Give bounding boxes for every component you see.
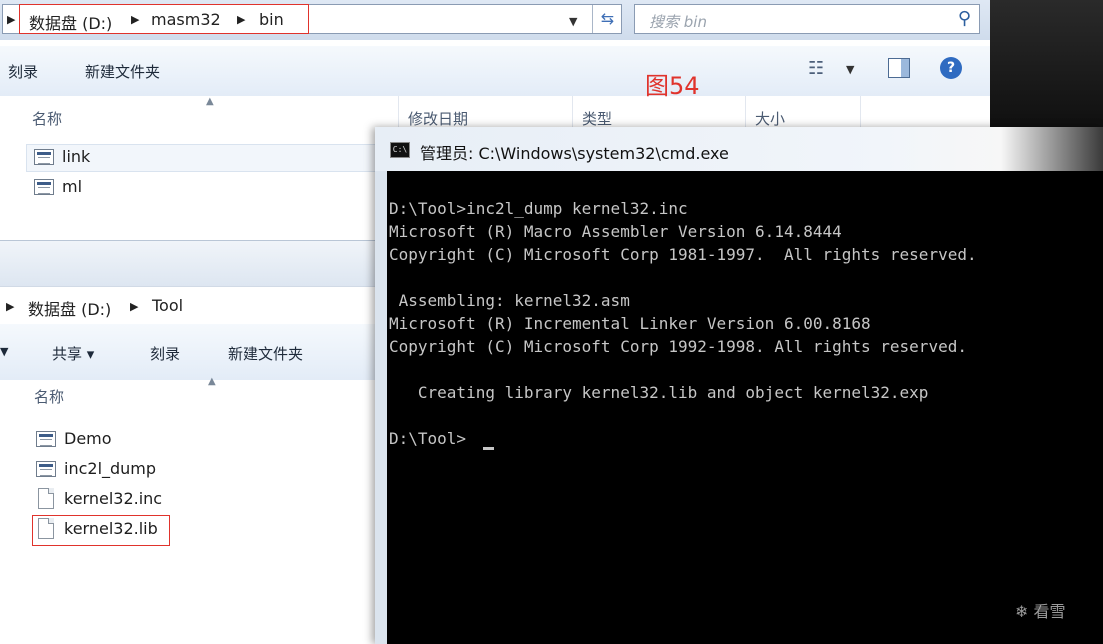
text-cursor	[483, 447, 494, 450]
column-type[interactable]: 类型	[582, 108, 612, 129]
console-line: Creating library kernel32.lib and object…	[389, 383, 929, 402]
file-name: kernel32.inc	[64, 489, 163, 508]
toolbar: ▼ 共享 ▾ 刻录 新建文件夹	[0, 324, 380, 381]
search-placeholder: 搜索 bin	[649, 13, 707, 31]
address-dropdown-icon[interactable]: ▼	[569, 15, 577, 28]
watermark: ❄ 看雪	[1015, 598, 1066, 622]
desktop-background	[990, 0, 1103, 127]
console-icon: C:\	[390, 142, 410, 158]
new-folder-button[interactable]: 新建文件夹	[85, 61, 160, 82]
column-modified[interactable]: 修改日期	[408, 108, 468, 129]
console-line: Microsoft (R) Incremental Linker Version…	[389, 314, 871, 333]
executable-icon	[36, 461, 56, 477]
highlight-box	[19, 4, 309, 34]
figure-label: 图54	[645, 72, 700, 100]
chevron-down-icon[interactable]: ▼	[846, 63, 854, 76]
file-name: Demo	[64, 429, 112, 448]
help-icon[interactable]: ?	[940, 57, 962, 79]
console-prompt: D:\Tool>	[389, 429, 467, 448]
console-line: Copyright (C) Microsoft Corp 1992-1998. …	[389, 337, 967, 356]
file-name: ml	[62, 177, 83, 196]
burn-button[interactable]: 刻录	[8, 61, 38, 82]
console-line: Microsoft (R) Macro Assembler Version 6.…	[389, 222, 842, 241]
console-line: Copyright (C) Microsoft Corp 1981-1997. …	[389, 245, 977, 264]
column-name[interactable]: 名称	[34, 386, 64, 407]
view-options-icon[interactable]: ☷	[808, 58, 824, 79]
breadcrumb-arrow-icon[interactable]: ▶	[130, 300, 138, 313]
breadcrumb-tool[interactable]: Tool	[152, 296, 183, 315]
sort-arrow-icon: ▲	[208, 376, 216, 387]
explorer-window-tool: ▶ 数据盘 (D:) ▶ Tool ▼ 共享 ▾ 刻录 新建文件夹 ▲ 名称 D…	[0, 240, 380, 644]
executable-icon	[36, 431, 56, 447]
search-icon[interactable]: ⚲	[958, 8, 971, 29]
snowflake-icon: ❄	[1015, 602, 1029, 621]
new-folder-button[interactable]: 新建文件夹	[228, 343, 303, 364]
address-bar[interactable]: ▶ 数据盘 (D:) ▶ Tool	[0, 286, 380, 326]
burn-button[interactable]: 刻录	[150, 343, 180, 364]
cmd-title: 管理员: C:\Windows\system32\cmd.exe	[420, 144, 729, 163]
cmd-window: C:\ 管理员: C:\Windows\system32\cmd.exe D:\…	[375, 127, 1103, 644]
cmd-title-bar[interactable]: C:\ 管理员: C:\Windows\system32\cmd.exe	[375, 127, 1103, 171]
toolbar: 刻录 新建文件夹 ☷ ▼ ?	[0, 46, 990, 97]
address-bar[interactable]: ▶ 数据盘 (D:) ▶ masm32 ▶ bin ▼	[2, 4, 622, 34]
chevron-down-icon[interactable]: ▼	[0, 345, 8, 358]
window-frame	[0, 240, 380, 287]
column-size[interactable]: 大小	[755, 108, 785, 129]
file-name: link	[62, 147, 91, 166]
column-header-row: ▲ 名称	[0, 376, 380, 422]
breadcrumb-arrow-icon[interactable]: ▶	[6, 300, 14, 313]
column-name[interactable]: 名称	[32, 108, 62, 129]
breadcrumb-arrow-icon[interactable]: ▶	[7, 13, 15, 26]
address-bar-row: ▶ 数据盘 (D:) ▶ masm32 ▶ bin ▼ ⇆ 搜索 bin ⚲	[0, 0, 990, 40]
watermark-text: 看雪	[1033, 602, 1066, 621]
highlight-box	[32, 515, 170, 546]
share-button[interactable]: 共享 ▾	[52, 343, 94, 364]
executable-icon	[34, 179, 54, 195]
console-line: D:\Tool>inc2l_dump kernel32.inc	[389, 199, 688, 218]
console-line: Assembling: kernel32.asm	[389, 291, 630, 310]
console-output[interactable]: D:\Tool>inc2l_dump kernel32.inc Microsof…	[387, 171, 1103, 644]
file-name: inc2l_dump	[64, 459, 157, 478]
search-input[interactable]: 搜索 bin ⚲	[634, 4, 980, 34]
breadcrumb-drive[interactable]: 数据盘 (D:)	[28, 296, 111, 320]
preview-pane-icon[interactable]	[888, 58, 910, 78]
refresh-icon[interactable]: ⇆	[592, 5, 622, 33]
executable-icon	[34, 149, 54, 165]
sort-arrow-icon: ▲	[206, 96, 214, 107]
document-icon	[38, 488, 54, 509]
